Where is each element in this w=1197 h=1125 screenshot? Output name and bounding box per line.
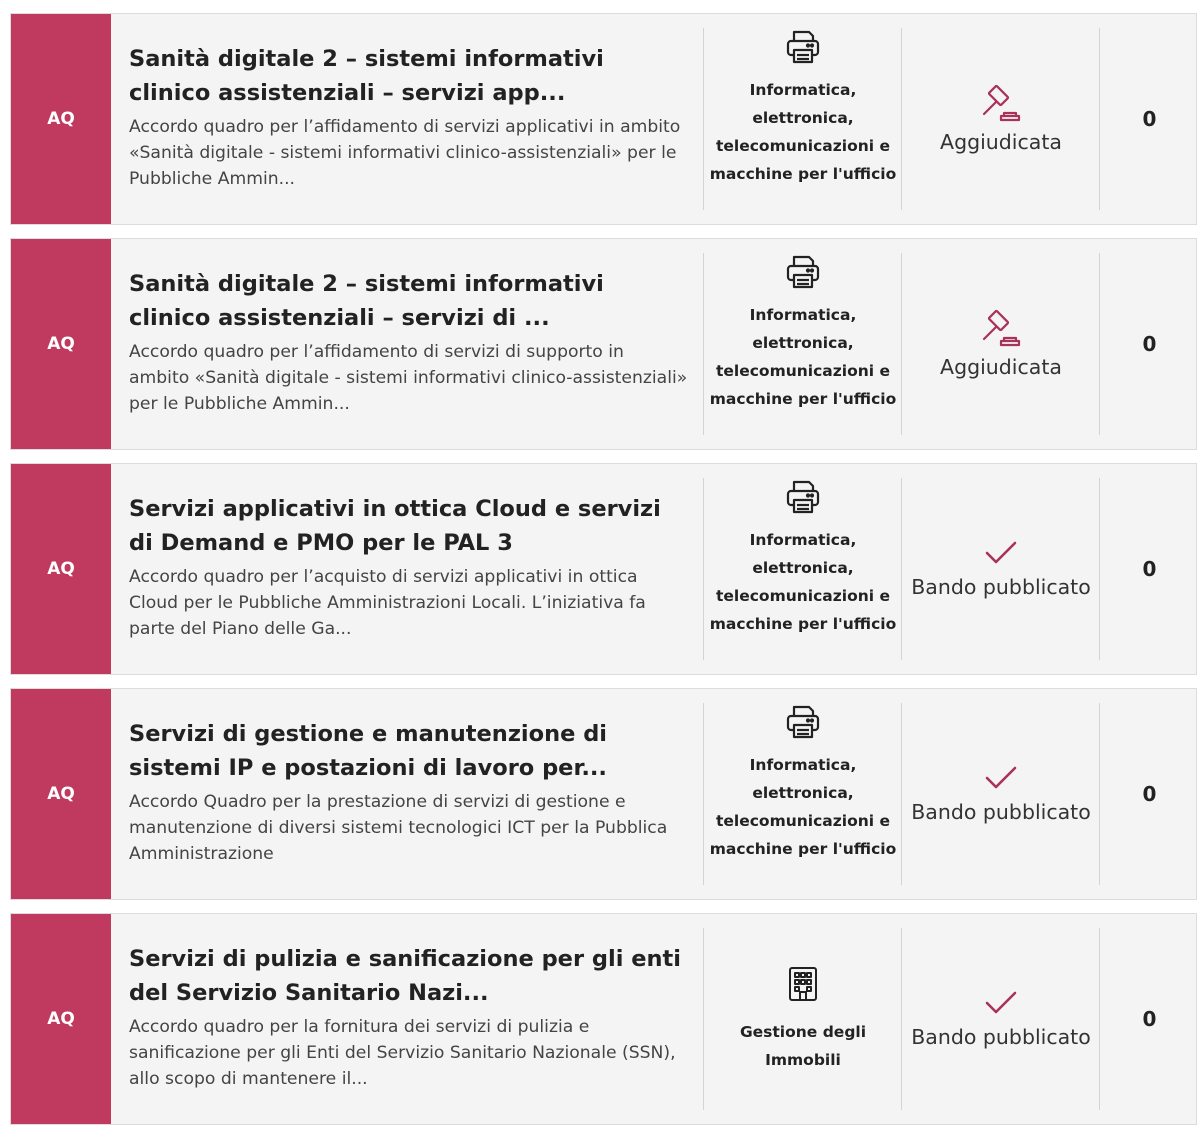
card-main: Servizi di gestione e manutenzione di si… [129, 717, 689, 867]
type-badge: AQ [11, 464, 111, 674]
initiative-description: Accordo quadro per l’acquisto di servizi… [129, 567, 646, 639]
printer-icon [786, 480, 820, 514]
category-label: Informatica, elettronica, telecomunicazi… [709, 306, 897, 408]
initiative-title[interactable]: Sanità digitale 2 – sistemi informativi … [129, 42, 689, 110]
card-main: Sanità digitale 2 – sistemi informativi … [129, 42, 689, 192]
status-cell: Bando pubblicato [903, 464, 1099, 674]
type-badge: AQ [11, 14, 111, 224]
gavel-icon [982, 309, 1021, 347]
category-cell: Informatica, elettronica, telecomunicazi… [705, 464, 901, 674]
status-cell: Bando pubblicato [903, 689, 1099, 899]
count-value: 0 [1142, 332, 1157, 356]
divider [703, 703, 704, 885]
divider [1099, 253, 1100, 435]
divider [1099, 703, 1100, 885]
initiative-title[interactable]: Servizi di pulizia e sanificazione per g… [129, 942, 689, 1010]
divider [703, 28, 704, 210]
initiative-description: Accordo Quadro per la prestazione di ser… [129, 792, 668, 864]
divider [1099, 478, 1100, 660]
type-badge: AQ [11, 689, 111, 899]
type-badge: AQ [11, 239, 111, 449]
divider [901, 28, 902, 210]
gavel-icon [982, 84, 1021, 122]
count-value: 0 [1142, 107, 1157, 131]
initiative-card[interactable]: AQ Servizi di gestione e manutenzione di… [10, 688, 1197, 900]
initiative-description: Accordo quadro per l’affidamento di serv… [129, 117, 681, 189]
category-label: Informatica, elettronica, telecomunicazi… [709, 756, 897, 858]
divider [1099, 28, 1100, 210]
status-label: Bando pubblicato [911, 575, 1091, 599]
category-cell: Informatica, elettronica, telecomunicazi… [705, 689, 901, 899]
count-value: 0 [1142, 1007, 1157, 1031]
printer-icon [786, 30, 820, 64]
category-cell: Informatica, elettronica, telecomunicazi… [705, 239, 901, 449]
category-cell: Informatica, elettronica, telecomunicazi… [705, 14, 901, 224]
divider [703, 253, 704, 435]
checkmark-icon [985, 991, 1017, 1014]
initiative-card[interactable]: AQ Servizi di pulizia e sanificazione pe… [10, 913, 1197, 1125]
divider [901, 478, 902, 660]
initiative-description: Accordo quadro per l’affidamento di serv… [129, 342, 688, 414]
printer-icon [786, 705, 820, 739]
printer-icon [786, 255, 820, 289]
initiative-title[interactable]: Servizi di gestione e manutenzione di si… [129, 717, 689, 785]
status-label: Aggiudicata [940, 355, 1062, 379]
category-cell: Gestione degli Immobili [705, 914, 901, 1124]
status-label: Bando pubblicato [911, 800, 1091, 824]
divider [901, 703, 902, 885]
card-main: Servizi applicativi in ottica Cloud e se… [129, 492, 689, 642]
status-label: Aggiudicata [940, 130, 1062, 154]
category-label: Informatica, elettronica, telecomunicazi… [709, 531, 897, 633]
status-cell: Bando pubblicato [903, 914, 1099, 1124]
type-badge: AQ [11, 914, 111, 1124]
status-cell: Aggiudicata [903, 239, 1099, 449]
initiative-title[interactable]: Sanità digitale 2 – sistemi informativi … [129, 267, 689, 335]
divider [703, 478, 704, 660]
checkmark-icon [985, 766, 1017, 789]
category-label: Informatica, elettronica, telecomunicazi… [709, 81, 897, 183]
initiative-description: Accordo quadro per la fornitura dei serv… [129, 1017, 676, 1089]
initiative-title[interactable]: Servizi applicativi in ottica Cloud e se… [129, 492, 689, 560]
checkmark-icon [985, 541, 1017, 564]
card-main: Sanità digitale 2 – sistemi informativi … [129, 267, 689, 417]
initiative-card[interactable]: AQ Servizi applicativi in ottica Cloud e… [10, 463, 1197, 675]
status-label: Bando pubblicato [911, 1025, 1091, 1049]
category-label: Gestione degli Immobili [739, 1023, 867, 1069]
building-icon [789, 967, 817, 1001]
card-main: Servizi di pulizia e sanificazione per g… [129, 942, 689, 1092]
divider [901, 253, 902, 435]
count-value: 0 [1142, 782, 1157, 806]
initiative-card[interactable]: AQ Sanità digitale 2 – sistemi informati… [10, 13, 1197, 225]
initiative-card[interactable]: AQ Sanità digitale 2 – sistemi informati… [10, 238, 1197, 450]
status-cell: Aggiudicata [903, 14, 1099, 224]
count-value: 0 [1142, 557, 1157, 581]
